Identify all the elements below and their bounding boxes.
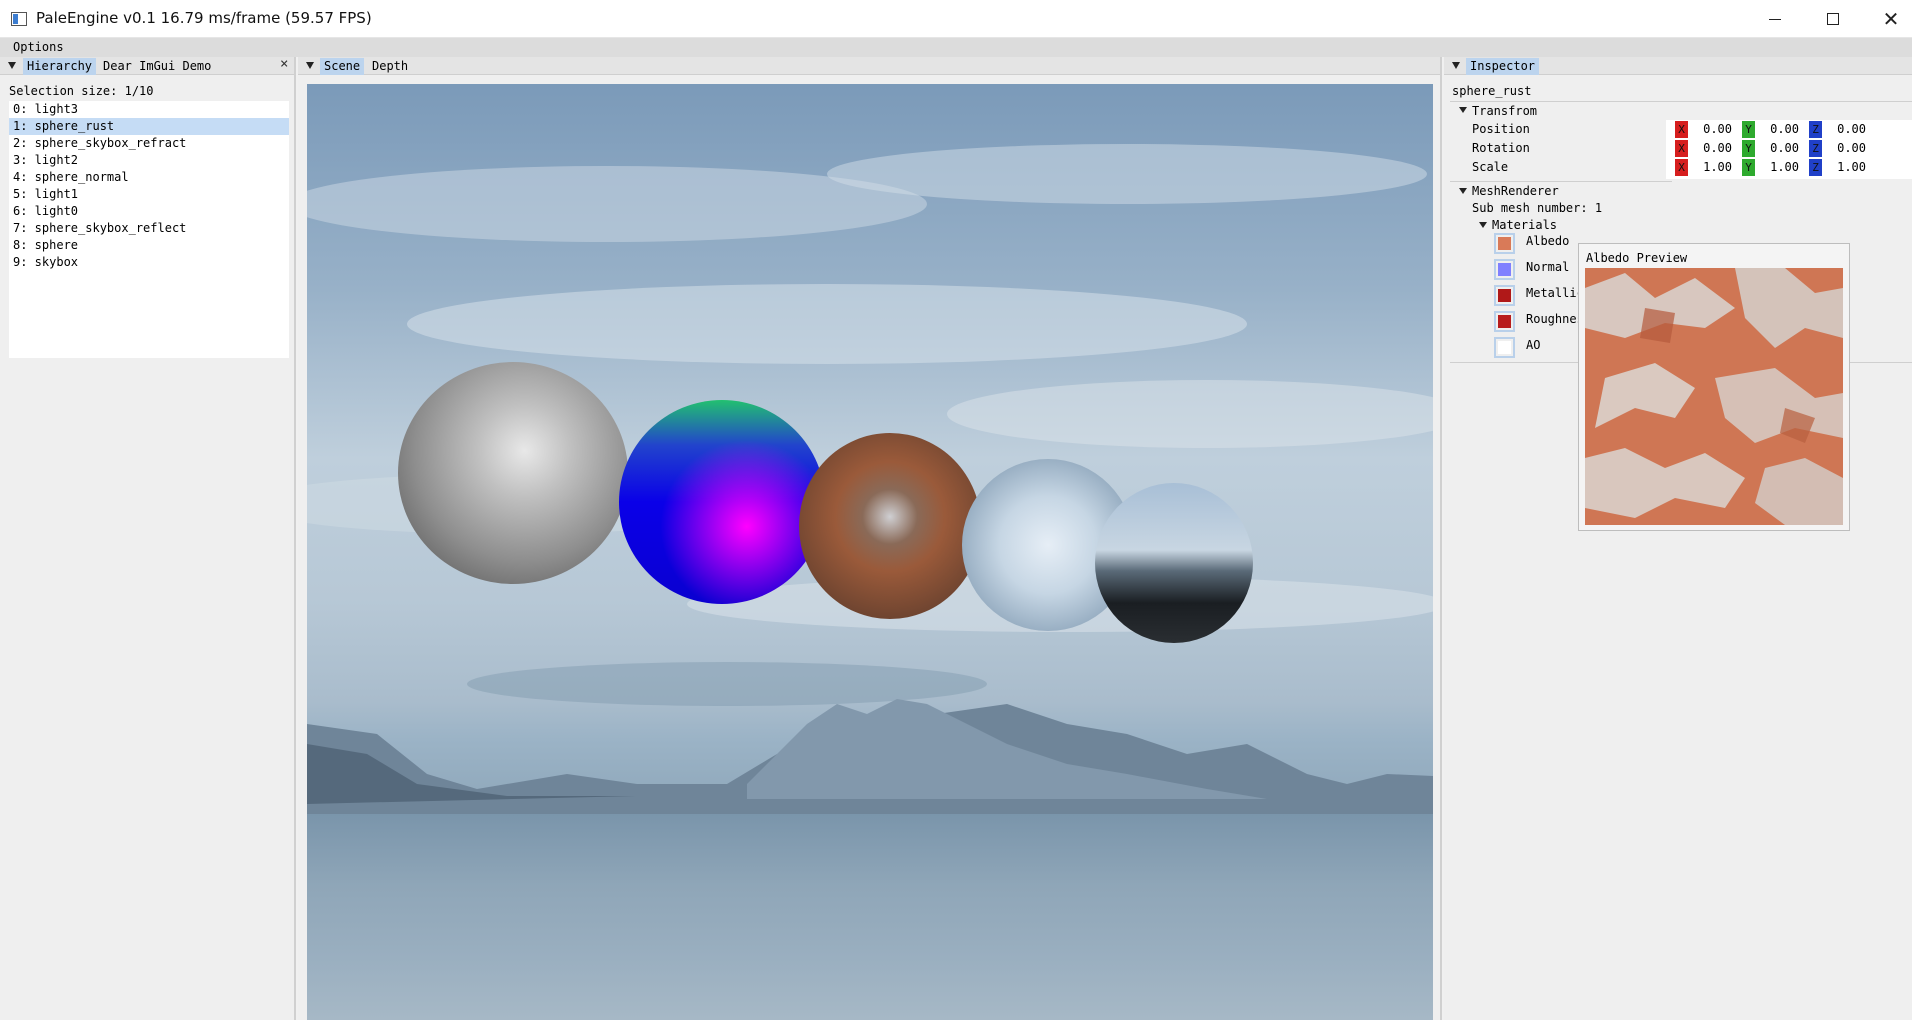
materials-header[interactable]: Materials [1492,218,1557,232]
position-z-field[interactable]: 0.00 [1826,121,1866,138]
axis-z-tag: Z [1809,121,1822,138]
rotation-label: Rotation [1472,141,1530,155]
axis-x-tag: X [1675,121,1688,138]
list-item[interactable]: 8: sphere [9,237,289,254]
rotation-x-field[interactable]: 0.00 [1692,140,1732,157]
expand-triangle-icon[interactable] [1459,188,1467,194]
tab-inspector[interactable]: Inspector [1466,58,1540,75]
albedo-preview-tooltip: Albedo Preview [1578,243,1850,531]
axis-z-tag: Z [1809,140,1822,157]
hierarchy-panel: Hierarchy Dear ImGui Demo × Selection si… [0,56,296,1020]
metallic-label: Metallic [1526,286,1584,300]
position-y-field[interactable]: 0.00 [1759,121,1799,138]
divider [1450,101,1912,102]
close-window-button[interactable]: ✕ [1862,0,1912,38]
roughness-texture-icon [1498,315,1511,328]
hierarchy-tab-bar: Hierarchy Dear ImGui Demo × [0,56,294,75]
normal-swatch[interactable] [1494,259,1515,280]
selection-size-label: Selection size: 1/10 [9,84,154,98]
scale-y-field[interactable]: 1.00 [1759,159,1799,176]
scale-x-field[interactable]: 1.00 [1692,159,1732,176]
axis-z-tag: Z [1809,159,1822,176]
transform-fields: X 0.00 Y 0.00 Z 0.00 X 0.00 Y 0.00 Z 0.0… [1666,120,1912,179]
collapse-triangle-icon[interactable] [8,62,16,69]
axis-y-tag: Y [1742,159,1755,176]
normal-texture-icon [1498,263,1511,276]
window-title-bar[interactable]: PaleEngine v0.1 16.79 ms/frame (59.57 FP… [0,0,1912,38]
app-window-icon [11,12,27,26]
rust-texture-image [1585,268,1843,525]
tab-scene[interactable]: Scene [320,58,365,75]
scene-viewport[interactable] [307,84,1433,1020]
list-item[interactable]: 5: light1 [9,186,289,203]
sphere-normal-object[interactable] [619,400,825,604]
metallic-texture-icon [1498,289,1511,302]
list-item-selected[interactable]: 1: sphere_rust [9,118,289,135]
sub-mesh-count: Sub mesh number: 1 [1472,201,1603,215]
list-item[interactable]: 2: sphere_skybox_refract [9,135,289,152]
axis-x-tag: X [1675,140,1688,157]
axis-y-tag: Y [1742,121,1755,138]
albedo-texture-preview [1585,268,1843,525]
axis-y-tag: Y [1742,140,1755,157]
ao-texture-icon [1498,341,1511,354]
transform-header[interactable]: Transfrom [1472,104,1537,118]
list-item[interactable]: 7: sphere_skybox_reflect [9,220,289,237]
sphere-skybox-reflect-object[interactable] [1095,483,1253,643]
list-item[interactable]: 3: light2 [9,152,289,169]
menu-options[interactable]: Options [13,40,64,54]
inspector-tab-bar: Inspector [1444,57,1912,75]
axis-x-tag: X [1675,159,1688,176]
expand-triangle-icon[interactable] [1479,222,1487,228]
lake-water [307,814,1433,1020]
list-item[interactable]: 0: light3 [9,101,289,118]
sphere-rust-object[interactable] [799,433,981,619]
maximize-button[interactable] [1804,0,1862,38]
mesh-renderer-header[interactable]: MeshRenderer [1472,184,1559,198]
albedo-label: Albedo [1526,234,1570,248]
minimize-button[interactable] [1746,0,1804,38]
position-x-field[interactable]: 0.00 [1692,121,1732,138]
scale-z-field[interactable]: 1.00 [1826,159,1866,176]
scene-panel: Scene Depth [298,57,1442,1020]
scale-label: Scale [1472,160,1509,174]
tab-hierarchy[interactable]: Hierarchy [23,58,97,75]
inspector-panel: Inspector sphere_rust Transfrom Position… [1444,57,1912,1020]
rotation-z-field[interactable]: 0.00 [1826,140,1866,157]
preview-title: Albedo Preview [1586,251,1688,265]
list-item[interactable]: 4: sphere_normal [9,169,289,186]
ao-label: AO [1526,338,1541,352]
close-tab-icon[interactable]: × [280,56,288,72]
albedo-texture-icon [1498,237,1511,250]
normal-label: Normal [1526,260,1570,274]
collapse-triangle-icon[interactable] [306,62,314,69]
minimize-icon [1769,18,1781,20]
scene-tab-bar: Scene Depth [298,57,1440,75]
list-item[interactable]: 6: light0 [9,203,289,220]
roughness-swatch[interactable] [1494,311,1515,332]
tab-depth[interactable]: Depth [368,58,412,75]
albedo-swatch[interactable] [1494,233,1515,254]
hierarchy-list[interactable]: 0: light3 1: sphere_rust 2: sphere_skybo… [9,101,289,358]
list-item[interactable]: 9: skybox [9,254,289,271]
collapse-triangle-icon[interactable] [1452,62,1460,69]
window-title: PaleEngine v0.1 16.79 ms/frame (59.57 FP… [36,9,372,27]
metallic-swatch[interactable] [1494,285,1515,306]
rotation-y-field[interactable]: 0.00 [1759,140,1799,157]
tab-dear-imgui-demo[interactable]: Dear ImGui Demo [99,58,215,75]
object-name: sphere_rust [1452,84,1532,98]
maximize-icon [1827,13,1839,25]
expand-triangle-icon[interactable] [1459,107,1467,113]
divider [1450,181,1672,182]
position-label: Position [1472,122,1530,136]
close-icon: ✕ [1882,7,1900,31]
ao-swatch[interactable] [1494,337,1515,358]
sphere-object[interactable] [398,362,628,584]
menu-bar: Options [0,38,1912,57]
